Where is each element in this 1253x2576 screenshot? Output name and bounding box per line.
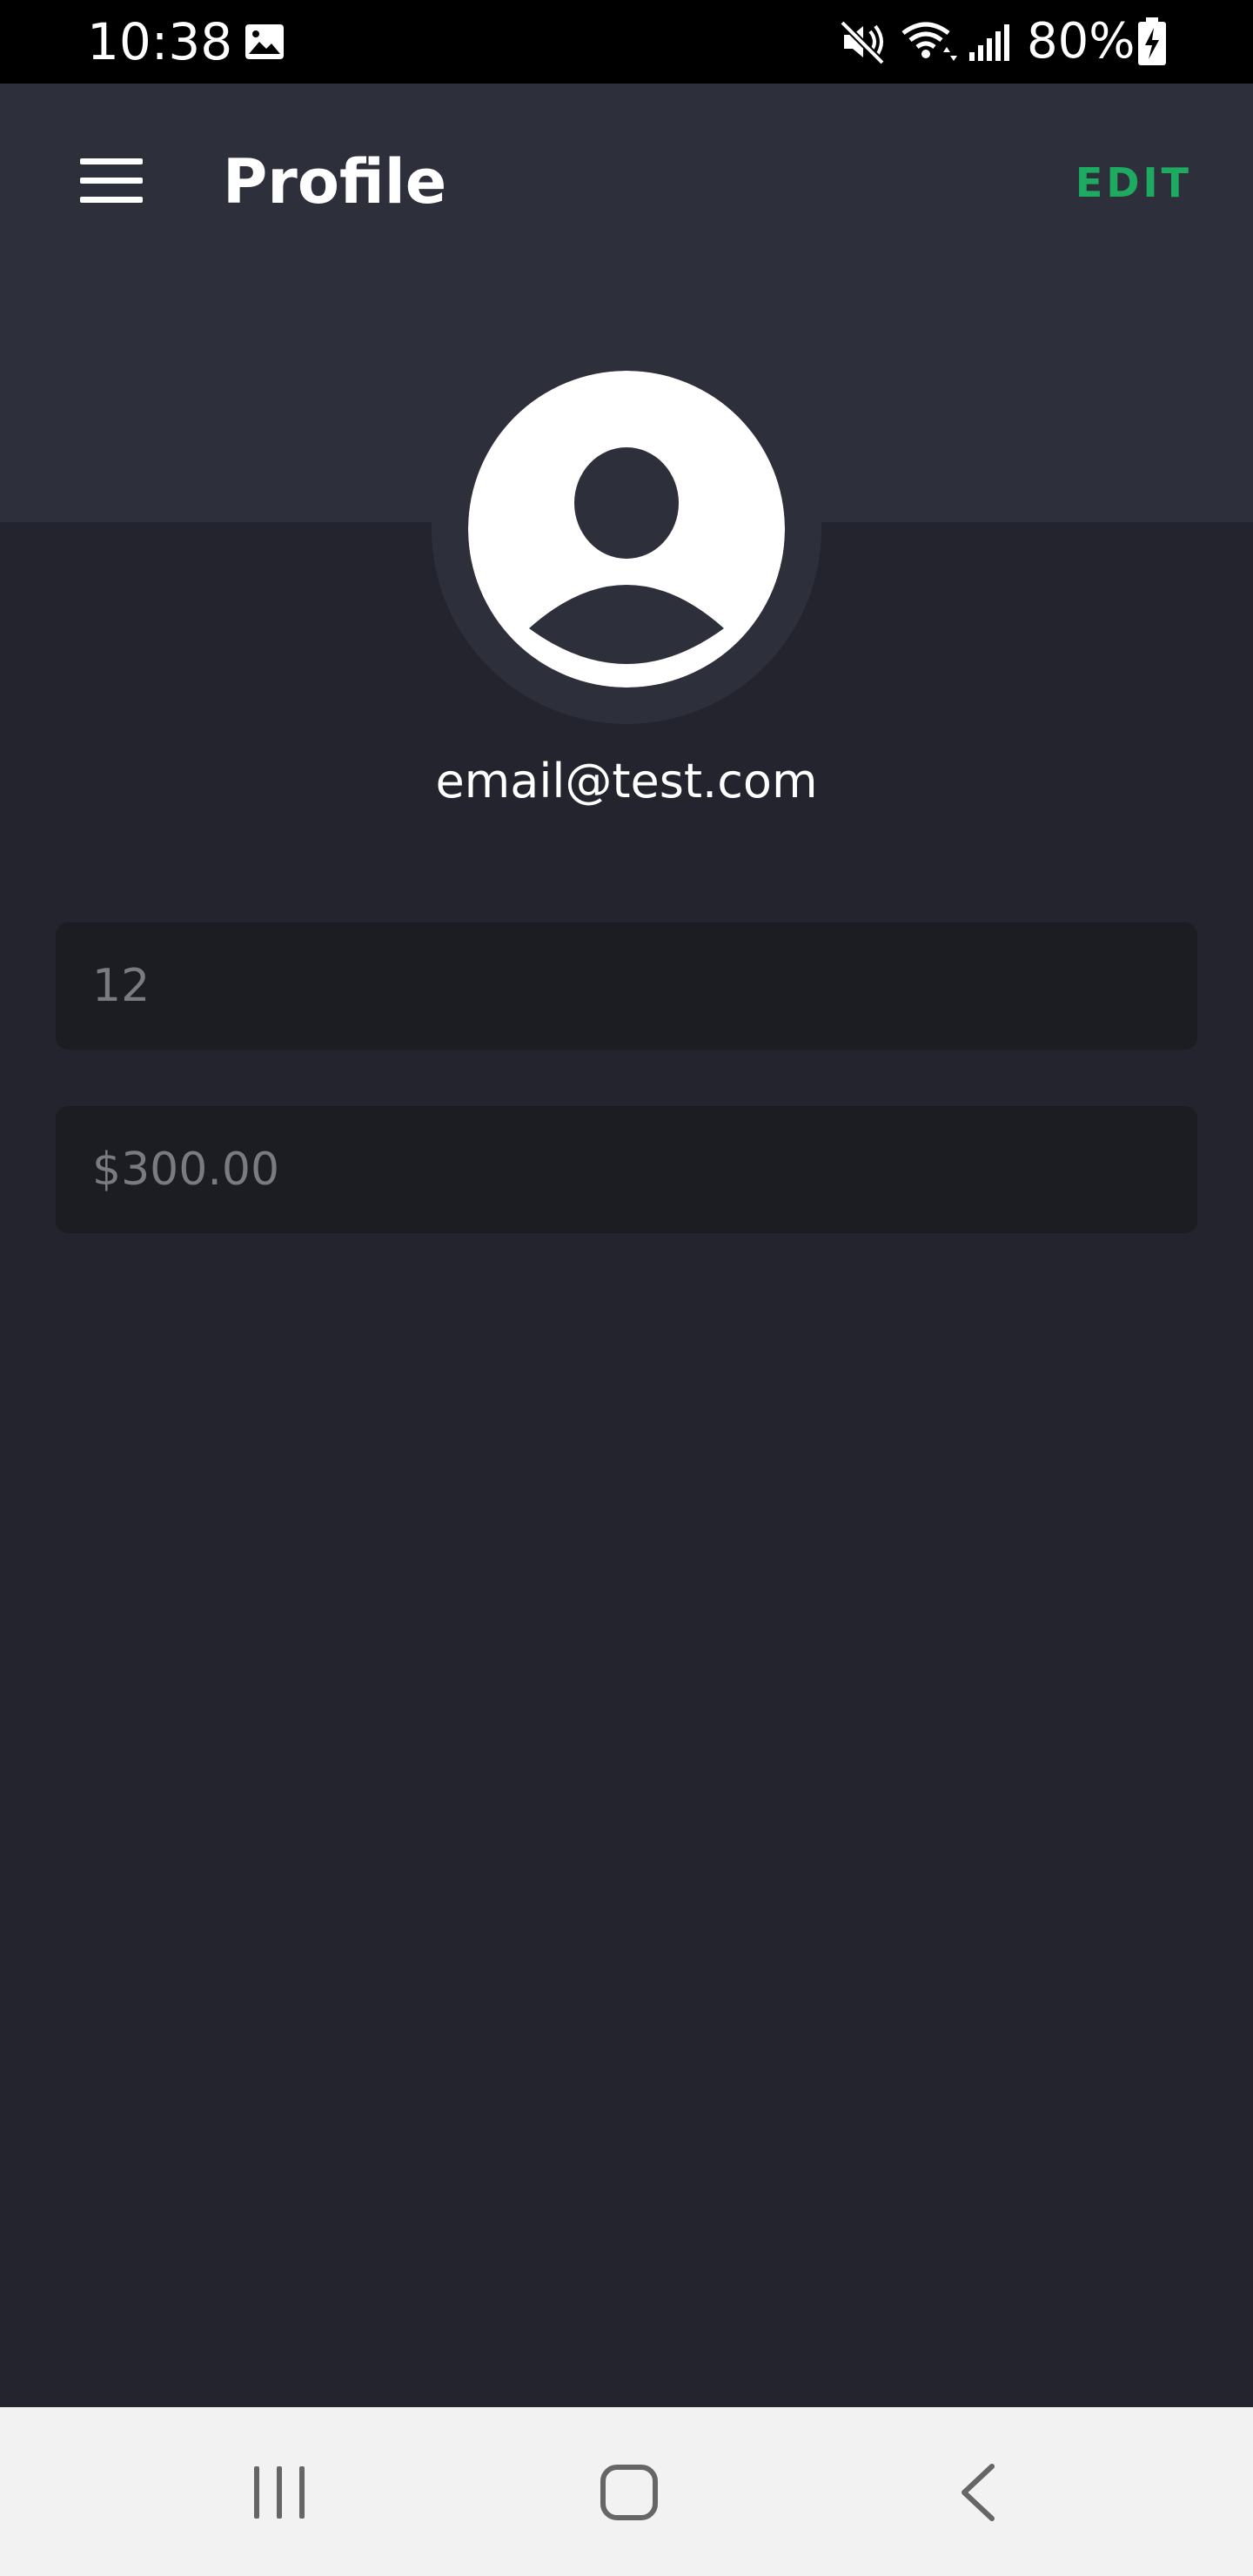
battery-percentage: 80% — [1027, 13, 1136, 70]
recents-icon[interactable] — [249, 2465, 310, 2520]
wifi-icon — [901, 22, 957, 61]
signal-icon — [969, 24, 1009, 61]
user-email: email@test.com — [435, 754, 818, 808]
user-avatar-icon[interactable] — [468, 371, 785, 688]
battery-icon — [1138, 17, 1166, 65]
page-title: Profile — [223, 146, 447, 218]
profile-field-2[interactable]: $300.00 — [56, 1106, 1197, 1233]
profile-field-1[interactable]: 12 — [56, 922, 1197, 1050]
mute-icon — [840, 20, 885, 64]
gallery-icon — [245, 24, 284, 59]
status-bar: 10:38 80% — [0, 0, 1253, 84]
profile-screen: 10:38 80% Profile EDIT email@test.com 12… — [0, 0, 1253, 2576]
status-time: 10:38 — [87, 12, 233, 71]
home-icon[interactable] — [599, 2463, 660, 2522]
system-nav-bar — [0, 2407, 1253, 2576]
edit-button[interactable]: EDIT — [1062, 153, 1192, 212]
menu-icon[interactable] — [80, 158, 143, 204]
back-icon[interactable] — [954, 2463, 1002, 2522]
